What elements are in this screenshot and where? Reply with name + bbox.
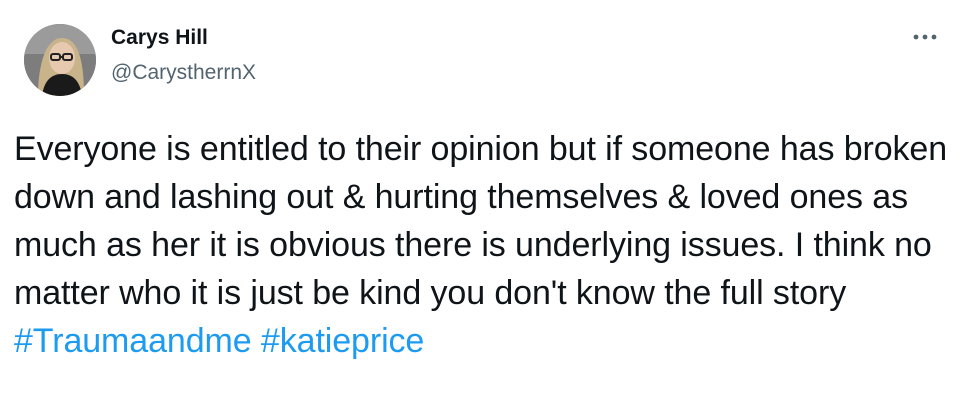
hashtag-traumaandme[interactable]: #Traumaandme <box>14 322 252 360</box>
hashtag-katieprice[interactable]: #katieprice <box>261 322 424 360</box>
more-horizontal-icon <box>913 34 937 40</box>
tweet-card: Carys Hill @CarystherrnX Everyone is ent… <box>0 0 962 417</box>
author-name[interactable]: Carys Hill <box>111 24 208 52</box>
more-options-button[interactable] <box>910 22 940 52</box>
avatar[interactable] <box>24 24 96 96</box>
author-handle[interactable]: @CarystherrnX <box>111 59 256 87</box>
avatar-photo-icon <box>24 24 96 96</box>
tweet-text: Everyone is entitled to their opinion bu… <box>14 125 954 365</box>
tweet-body: Everyone is entitled to their opinion bu… <box>14 130 948 312</box>
